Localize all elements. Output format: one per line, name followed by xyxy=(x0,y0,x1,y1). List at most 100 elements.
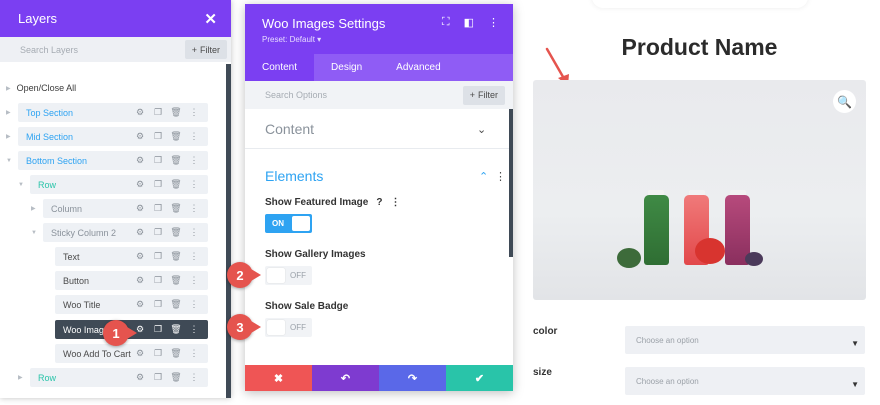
duplicate-icon[interactable]: ❐ xyxy=(152,372,164,383)
more-icon[interactable]: ⋮ xyxy=(188,348,200,359)
sale-badge-toggle[interactable]: OFF xyxy=(265,318,312,337)
layer-bar[interactable]: Text ⚙ ❐ 🗑 ⋮ xyxy=(55,247,208,266)
layer-item-button[interactable]: Button ⚙ ❐ 🗑 ⋮ xyxy=(55,271,208,290)
more-icon[interactable]: ⋮ xyxy=(188,107,200,118)
more-icon[interactable]: ⋮ xyxy=(488,16,499,29)
layer-item-row-2[interactable]: ▶ Row ⚙ ❐ 🗑 ⋮ xyxy=(18,368,208,387)
size-select[interactable]: Choose an option ▼ xyxy=(625,367,865,395)
trash-icon[interactable]: 🗑 xyxy=(170,107,182,118)
layer-item-column[interactable]: ▶ Column ⚙ ❐ 🗑 ⋮ xyxy=(31,199,208,218)
zoom-icon[interactable]: 🔍 xyxy=(833,90,856,113)
settings-scrollbar[interactable] xyxy=(509,109,513,257)
tab-advanced[interactable]: Advanced xyxy=(379,54,457,81)
gear-icon[interactable]: ⚙ xyxy=(134,203,146,214)
layer-bar[interactable]: Bottom Section ⚙ ❐ 🗑 ⋮ xyxy=(18,151,208,170)
more-icon[interactable]: ⋮ xyxy=(188,179,200,190)
duplicate-icon[interactable]: ❐ xyxy=(152,348,164,359)
preset-dropdown[interactable]: Preset: Default ▾ xyxy=(262,35,513,44)
duplicate-icon[interactable]: ❐ xyxy=(152,275,164,286)
trash-icon[interactable]: 🗑 xyxy=(170,251,182,262)
gear-icon[interactable]: ⚙ xyxy=(134,131,146,142)
more-icon[interactable]: ⋮ xyxy=(188,372,200,383)
gear-icon[interactable]: ⚙ xyxy=(134,251,146,262)
more-icon[interactable]: ⋮ xyxy=(188,155,200,166)
layer-item-top-section[interactable]: ▶ Top Section ⚙ ❐ 🗑 ⋮ xyxy=(6,103,208,122)
more-icon[interactable]: ⋮ xyxy=(188,275,200,286)
layer-bar[interactable]: Woo Add To Cart ⚙ ❐ 🗑 ⋮ xyxy=(55,344,208,363)
duplicate-icon[interactable]: ❐ xyxy=(152,131,164,142)
gear-icon[interactable]: ⚙ xyxy=(134,299,146,310)
trash-icon[interactable]: 🗑 xyxy=(170,131,182,142)
layer-item-row[interactable]: ▼ Row ⚙ ❐ 🗑 ⋮ xyxy=(18,175,208,194)
trash-icon[interactable]: 🗑 xyxy=(170,155,182,166)
duplicate-icon[interactable]: ❐ xyxy=(152,107,164,118)
tab-design[interactable]: Design xyxy=(314,54,379,81)
group-content-toggle[interactable]: Content xyxy=(265,121,314,137)
open-close-all[interactable]: ▶ Open/Close All xyxy=(6,83,76,93)
gallery-images-toggle[interactable]: OFF xyxy=(265,266,312,285)
duplicate-icon[interactable]: ❐ xyxy=(152,251,164,262)
expand-icon[interactable]: ⛶ xyxy=(442,16,450,29)
layer-bar[interactable]: Mid Section ⚙ ❐ 🗑 ⋮ xyxy=(18,127,208,146)
layer-bar[interactable]: Sticky Column 2 ⚙ ❐ 🗑 ⋮ xyxy=(43,223,208,242)
more-icon[interactable]: ⋮ xyxy=(188,203,200,214)
layer-item-woo-title[interactable]: Woo Title ⚙ ❐ 🗑 ⋮ xyxy=(55,295,208,314)
trash-icon[interactable]: 🗑 xyxy=(170,227,182,238)
color-select[interactable]: Choose an option ▼ xyxy=(625,326,865,354)
layer-item-sticky-column[interactable]: ▼ Sticky Column 2 ⚙ ❐ 🗑 ⋮ xyxy=(31,223,208,242)
discard-button[interactable]: ✖ xyxy=(245,365,312,391)
layers-scrollbar[interactable] xyxy=(226,64,231,398)
more-icon[interactable]: ⋮ xyxy=(188,227,200,238)
trash-icon[interactable]: 🗑 xyxy=(170,275,182,286)
trash-icon[interactable]: 🗑 xyxy=(170,324,182,335)
layer-item-woo-add-to-cart[interactable]: Woo Add To Cart ⚙ ❐ 🗑 ⋮ xyxy=(55,344,208,363)
duplicate-icon[interactable]: ❐ xyxy=(152,324,164,335)
layers-search-input[interactable]: Search Layers xyxy=(20,45,78,55)
more-icon[interactable]: ⋮ xyxy=(188,324,200,335)
tab-content[interactable]: Content xyxy=(245,54,315,81)
layer-bar[interactable]: Row ⚙ ❐ 🗑 ⋮ xyxy=(30,368,208,387)
trash-icon[interactable]: 🗑 xyxy=(170,299,182,310)
gear-icon[interactable]: ⚙ xyxy=(134,179,146,190)
close-icon[interactable]: ✕ xyxy=(204,10,217,28)
gear-icon[interactable]: ⚙ xyxy=(134,348,146,359)
save-button[interactable]: ✔ xyxy=(446,365,513,391)
more-icon[interactable]: ⋮ xyxy=(188,251,200,262)
more-icon[interactable]: ⋮ xyxy=(495,170,506,183)
gear-icon[interactable]: ⚙ xyxy=(134,155,146,166)
layer-bar[interactable]: Top Section ⚙ ❐ 🗑 ⋮ xyxy=(18,103,208,122)
layer-bar[interactable]: Button ⚙ ❐ 🗑 ⋮ xyxy=(55,271,208,290)
layer-bar[interactable]: Column ⚙ ❐ 🗑 ⋮ xyxy=(43,199,208,218)
more-icon[interactable]: ⋮ xyxy=(188,299,200,310)
sidebar-icon[interactable]: ◧ xyxy=(464,16,474,29)
trash-icon[interactable]: 🗑 xyxy=(170,348,182,359)
gear-icon[interactable]: ⚙ xyxy=(134,372,146,383)
undo-button[interactable]: ↶ xyxy=(312,365,379,391)
product-image[interactable]: 🔍 xyxy=(533,80,866,300)
group-elements-toggle[interactable]: Elements xyxy=(265,168,323,184)
trash-icon[interactable]: 🗑 xyxy=(170,203,182,214)
featured-image-toggle[interactable]: ON xyxy=(265,214,312,233)
help-icon[interactable]: ? xyxy=(376,197,382,208)
gear-icon[interactable]: ⚙ xyxy=(134,275,146,286)
duplicate-icon[interactable]: ❐ xyxy=(152,299,164,310)
layer-item-bottom-section[interactable]: ▼ Bottom Section ⚙ ❐ 🗑 ⋮ xyxy=(6,151,208,170)
layer-item-text[interactable]: Text ⚙ ❐ 🗑 ⋮ xyxy=(55,247,208,266)
more-icon[interactable]: ⋮ xyxy=(188,131,200,142)
chevron-down-icon[interactable]: ⌄ xyxy=(477,123,486,136)
layer-bar[interactable]: Row ⚙ ❐ 🗑 ⋮ xyxy=(30,175,208,194)
duplicate-icon[interactable]: ❐ xyxy=(152,227,164,238)
options-filter-button[interactable]: + Filter xyxy=(462,85,505,105)
layer-item-mid-section[interactable]: ▶ Mid Section ⚙ ❐ 🗑 ⋮ xyxy=(6,127,208,146)
duplicate-icon[interactable]: ❐ xyxy=(152,155,164,166)
layers-filter-button[interactable]: + Filter xyxy=(184,40,227,59)
trash-icon[interactable]: 🗑 xyxy=(170,372,182,383)
trash-icon[interactable]: 🗑 xyxy=(170,179,182,190)
options-search-input[interactable]: Search Options xyxy=(265,90,327,100)
duplicate-icon[interactable]: ❐ xyxy=(152,179,164,190)
chevron-up-icon[interactable]: ⌃ xyxy=(479,170,488,183)
more-icon[interactable]: ⋮ xyxy=(390,197,400,208)
duplicate-icon[interactable]: ❐ xyxy=(152,203,164,214)
gear-icon[interactable]: ⚙ xyxy=(134,107,146,118)
layer-bar[interactable]: Woo Title ⚙ ❐ 🗑 ⋮ xyxy=(55,295,208,314)
